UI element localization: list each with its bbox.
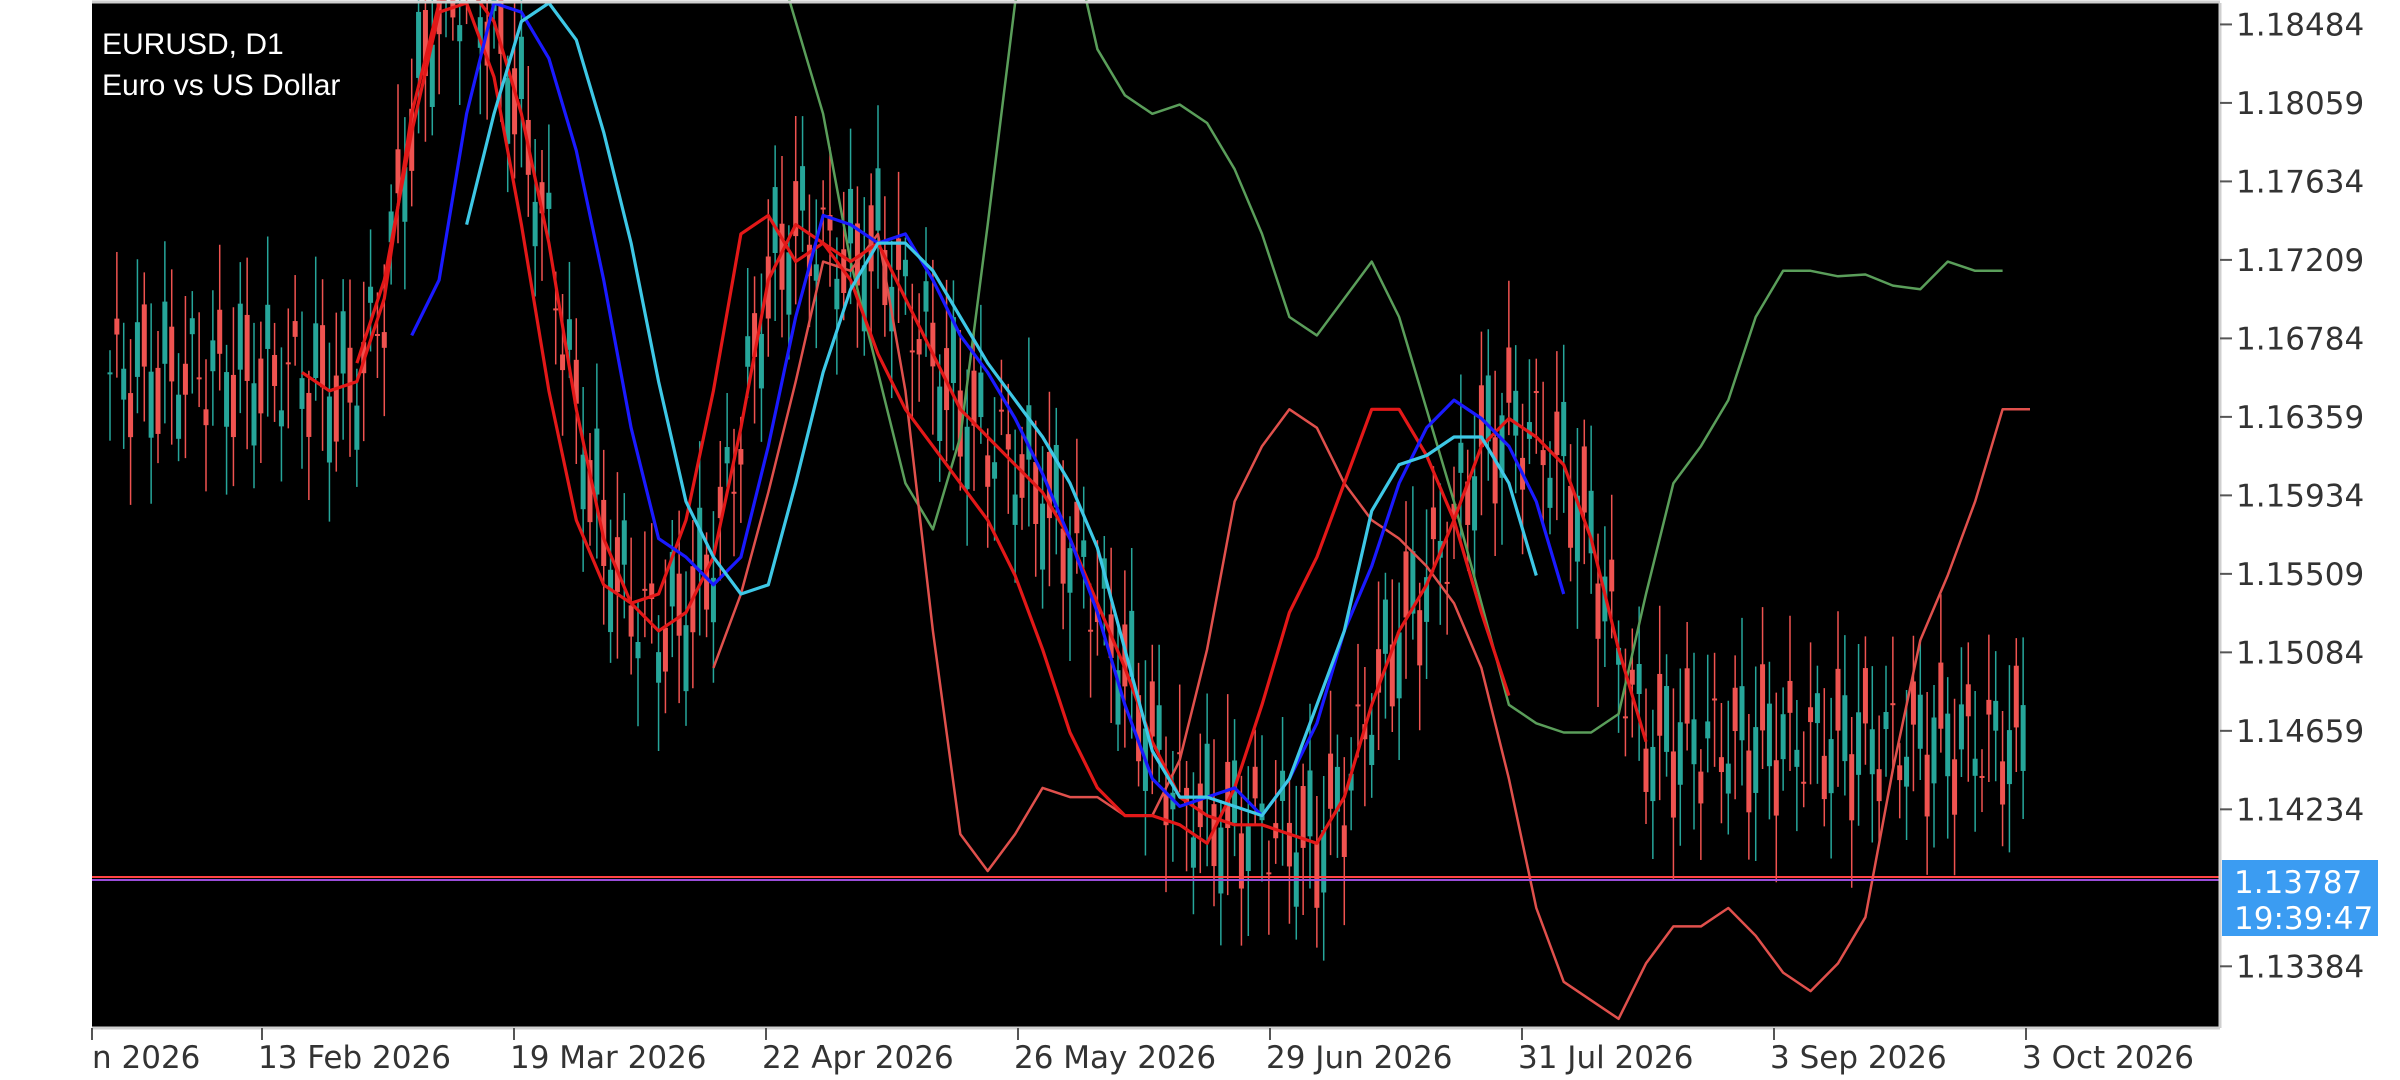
price-tick-label: 1.15509 bbox=[2236, 557, 2364, 593]
time-tick-label: 13 Feb 2026 bbox=[258, 1040, 451, 1076]
price-tick-label: 1.17209 bbox=[2236, 243, 2364, 279]
price-tick-label: 1.16359 bbox=[2236, 400, 2364, 436]
price-tick-label: 1.16784 bbox=[2236, 321, 2364, 357]
symbol-description: Euro vs US Dollar bbox=[102, 69, 340, 102]
current-price-value: 1.13787 bbox=[2234, 865, 2362, 901]
price-tick-label: 1.18059 bbox=[2236, 86, 2364, 122]
price-tick-label: 1.15084 bbox=[2236, 635, 2364, 671]
price-tick-label: 1.18484 bbox=[2236, 7, 2364, 43]
bar-countdown: 19:39:47 bbox=[2234, 901, 2373, 937]
price-tick-label: 1.13384 bbox=[2236, 949, 2364, 985]
time-tick-label: 19 Mar 2026 bbox=[510, 1040, 707, 1076]
price-tick-label: 1.14659 bbox=[2236, 714, 2364, 750]
time-tick-label: 31 Jul 2026 bbox=[1518, 1040, 1693, 1076]
time-tick-label: 29 Jun 2026 bbox=[1266, 1040, 1452, 1076]
time-tick-label: 26 May 2026 bbox=[1014, 1040, 1216, 1076]
price-tick-label: 1.17634 bbox=[2236, 164, 2364, 200]
time-tick-label: n 2026 bbox=[92, 1040, 200, 1076]
time-tick-label: 3 Sep 2026 bbox=[1770, 1040, 1947, 1076]
symbol-title: EURUSD, D1 bbox=[102, 28, 284, 61]
price-tick-label: 1.15934 bbox=[2236, 478, 2364, 514]
more-horizontal-icon[interactable] bbox=[2289, 981, 2347, 993]
price-chart[interactable]: EURUSD, D1 Euro vs US Dollar 1.18484 1.18… bbox=[0, 0, 2400, 1080]
time-tick-label: 3 Oct 2026 bbox=[2022, 1040, 2194, 1076]
time-tick-label: 22 Apr 2026 bbox=[762, 1040, 954, 1076]
price-tick-label: 1.14234 bbox=[2236, 792, 2364, 828]
